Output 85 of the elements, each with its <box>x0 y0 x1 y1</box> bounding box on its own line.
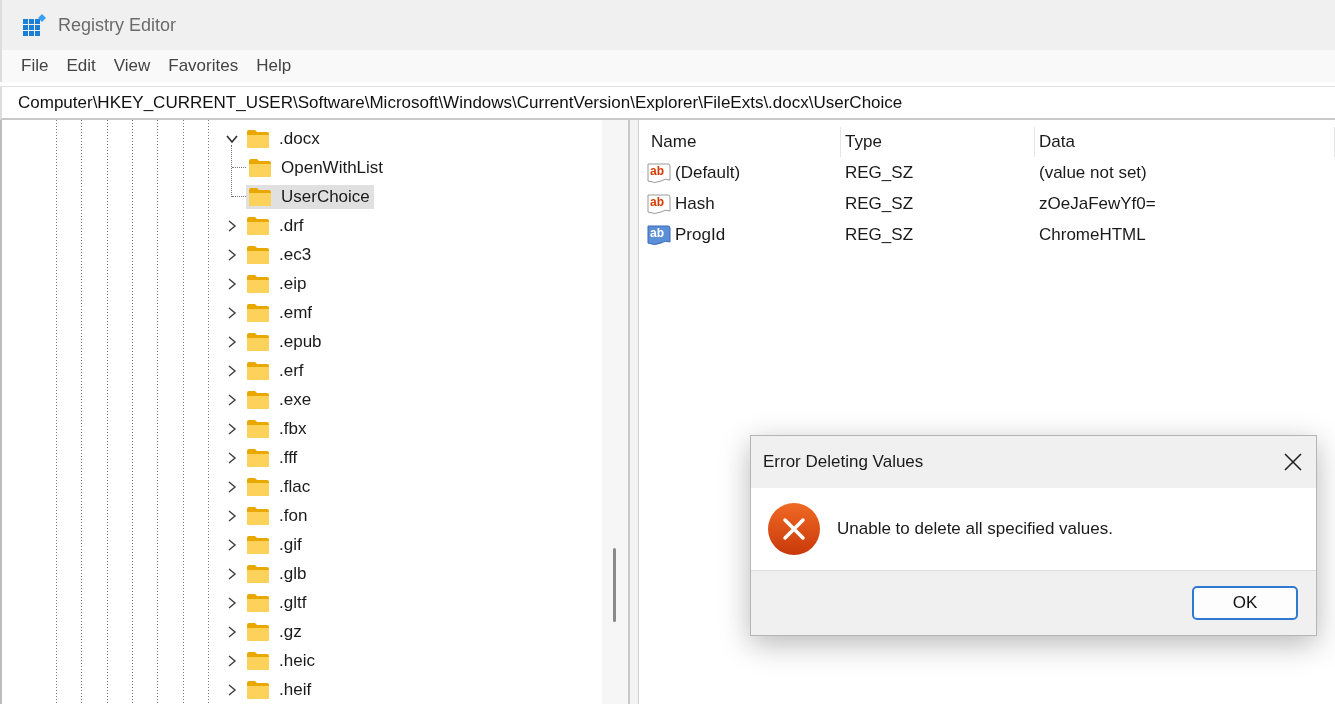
chevron-right-icon[interactable] <box>226 537 238 552</box>
tree-item[interactable]: .gltf <box>244 590 311 615</box>
folder-icon <box>246 563 270 584</box>
chevron-right-icon[interactable] <box>226 508 238 523</box>
folder-icon <box>246 621 270 642</box>
table-cell-text: (value not set) <box>1038 161 1148 184</box>
tree-item[interactable]: .docx <box>244 126 324 151</box>
value-name[interactable]: Hash <box>675 193 715 214</box>
window-title: Registry Editor <box>58 14 177 36</box>
string-value-icon: ab <box>647 161 671 184</box>
folder-icon <box>248 186 272 207</box>
value-name[interactable]: ProgId <box>675 224 726 245</box>
folder-icon <box>246 505 270 526</box>
folder-icon <box>246 273 270 294</box>
folder-icon <box>246 650 270 671</box>
menu-item[interactable]: File <box>12 56 58 76</box>
tree-item[interactable]: .glb <box>244 561 311 586</box>
error-icon <box>767 502 821 556</box>
ok-button[interactable]: OK <box>1192 586 1298 620</box>
table-cell-text: zOeJaFewYf0= <box>1038 192 1157 215</box>
string-value-icon: ab <box>647 192 671 215</box>
folder-icon <box>246 679 270 700</box>
chevron-right-icon[interactable] <box>226 421 238 436</box>
folder-icon <box>246 128 270 149</box>
chevron-right-icon[interactable] <box>226 276 238 291</box>
chevron-right-icon[interactable] <box>226 624 238 639</box>
table-cell-text: ChromeHTML <box>1038 223 1147 246</box>
chevron-right-icon[interactable] <box>226 595 238 610</box>
menu-item[interactable]: Favorites <box>159 56 248 76</box>
tree-item[interactable]: .epub <box>244 329 326 354</box>
menu-item[interactable]: Edit <box>57 56 105 76</box>
folder-icon <box>246 447 270 468</box>
tree-item[interactable]: .erf <box>244 358 308 383</box>
chevron-right-icon[interactable] <box>226 479 238 494</box>
chevron-right-icon[interactable] <box>226 334 238 349</box>
folder-icon <box>248 157 272 178</box>
folder-icon <box>246 476 270 497</box>
chevron-right-icon[interactable] <box>226 566 238 581</box>
tree-item[interactable]: .eip <box>244 271 311 296</box>
tree-item[interactable]: .heic <box>244 648 319 673</box>
folder-icon <box>246 331 270 352</box>
menu-item[interactable]: View <box>104 56 160 76</box>
tree-item[interactable]: OpenWithList <box>246 155 388 180</box>
chevron-right-icon[interactable] <box>226 450 238 465</box>
table-cell-text: REG_SZ <box>844 161 915 184</box>
dialog-title: Error Deleting Values <box>763 452 924 472</box>
folder-icon <box>246 360 270 381</box>
tree-item[interactable]: .gif <box>244 532 306 557</box>
tree-item[interactable]: .fon <box>244 503 312 528</box>
tree-item[interactable]: .gz <box>244 619 306 644</box>
folder-icon <box>246 389 270 410</box>
folder-icon <box>246 215 270 236</box>
tree-item[interactable]: .ec3 <box>244 242 316 267</box>
tree-item[interactable]: UserChoice <box>246 184 374 209</box>
chevron-right-icon[interactable] <box>226 247 238 262</box>
tree-item[interactable]: .flac <box>244 474 315 499</box>
menu-item[interactable]: Help <box>247 56 301 76</box>
tree-item[interactable]: .exe <box>244 387 316 412</box>
chevron-right-icon[interactable] <box>226 363 238 378</box>
dialog-message: Unable to delete all specified values. <box>837 519 1113 539</box>
scrollbar-thumb[interactable] <box>613 548 616 622</box>
chevron-right-icon[interactable] <box>226 682 238 697</box>
app-icon <box>22 13 48 37</box>
column-header[interactable]: Type <box>841 127 1035 157</box>
chevron-right-icon[interactable] <box>226 218 238 233</box>
column-header[interactable]: Name <box>647 127 841 157</box>
folder-icon <box>246 302 270 323</box>
close-icon[interactable] <box>1282 451 1304 473</box>
folder-icon <box>246 534 270 555</box>
tree-item[interactable]: .fff <box>244 445 302 470</box>
value-name[interactable]: (Default) <box>675 162 741 183</box>
column-header[interactable]: Data <box>1035 127 1335 157</box>
chevron-right-icon[interactable] <box>226 653 238 668</box>
folder-icon <box>246 592 270 613</box>
tree-item[interactable]: .drf <box>244 213 308 238</box>
string-value-icon: ab <box>647 223 671 246</box>
folder-icon <box>246 244 270 265</box>
chevron-right-icon[interactable] <box>226 392 238 407</box>
tree-item[interactable]: .heif <box>244 677 316 702</box>
tree-item[interactable]: .fbx <box>244 416 311 441</box>
table-cell-text: REG_SZ <box>844 223 915 246</box>
table-cell-text: REG_SZ <box>844 192 915 215</box>
folder-icon <box>246 418 270 439</box>
chevron-right-icon[interactable] <box>226 305 238 320</box>
tree-item[interactable]: .emf <box>244 300 317 325</box>
